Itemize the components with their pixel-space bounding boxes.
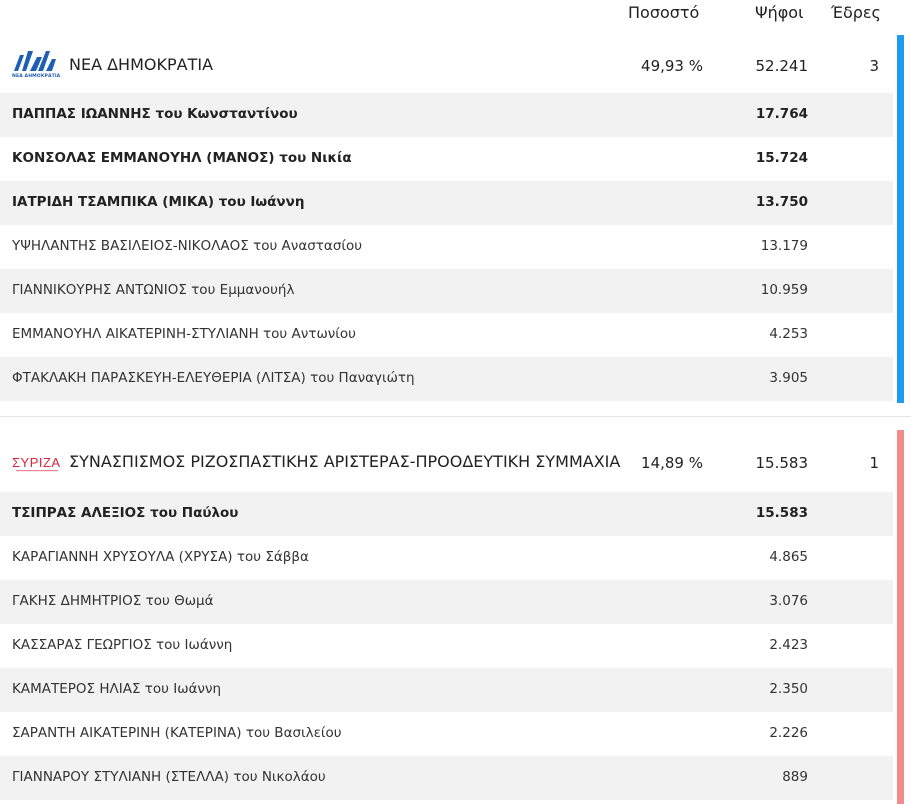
candidate-votes: 4.865 xyxy=(769,549,808,565)
candidate-row[interactable]: ΣΑΡΑΝΤΗ ΑΙΚΑΤΕΡΙΝΗ (ΚΑΤΕΡΙΝΑ) του Βασιλε… xyxy=(0,712,893,756)
candidate-votes: 3.905 xyxy=(769,370,808,386)
candidate-votes: 13.179 xyxy=(760,238,808,254)
nd-logo: ΝΕΑ ΔΗΜΟΚΡΑΤΙΑ xyxy=(12,47,61,85)
party-name: ΣΥΝΑΣΠΙΣΜΟΣ ΡΙΖΟΣΠΑΣΤΙΚΗΣ ΑΡΙΣΤΕΡΑΣ-ΠΡΟΟ… xyxy=(69,452,621,471)
candidate-name: ΚΟΝΣΟΛΑΣ ΕΜΜΑΝΟΥΗΛ (ΜΑΝΟΣ) του Νικία xyxy=(12,150,352,166)
candidate-votes: 13.750 xyxy=(755,194,808,210)
nd-logo-text: ΝΕΑ ΔΗΜΟΚΡΑΤΙΑ xyxy=(12,74,61,79)
party-votes: 52.241 xyxy=(755,57,809,75)
candidate-row[interactable]: ΤΣΙΠΡΑΣ ΑΛΕΞΙΟΣ του Παύλου 15.583 xyxy=(0,492,893,536)
candidate-row[interactable]: ΚΟΝΣΟΛΑΣ ΕΜΜΑΝΟΥΗΛ (ΜΑΝΟΣ) του Νικία 15.… xyxy=(0,137,893,181)
candidate-name: ΚΑΣΣΑΡΑΣ ΓΕΩΡΓΙΟΣ του Ιωάννη xyxy=(12,637,233,653)
header-votes: Ψήφοι xyxy=(755,3,804,22)
header-percentage: Ποσοστό xyxy=(628,3,700,22)
candidate-name: ΓΙΑΝΝΙΚΟΥΡΗΣ ΑΝΤΩΝΙΟΣ του Εμμανουήλ xyxy=(12,282,295,298)
candidate-votes: 2.350 xyxy=(769,681,808,697)
candidate-row[interactable]: ΥΨΗΛΑΝΤΗΣ ΒΑΣΙΛΕΙΟΣ-ΝΙΚΟΛΑΟΣ του Αναστασ… xyxy=(0,225,893,269)
candidate-votes: 10.959 xyxy=(760,282,808,298)
candidate-row[interactable]: ΓΑΚΗΣ ΔΗΜΗΤΡΙΟΣ του Θωμά 3.076 xyxy=(0,580,893,624)
candidate-name: ΚΑΜΑΤΕΡΟΣ ΗΛΙΑΣ του Ιωάννη xyxy=(12,681,222,697)
candidate-row[interactable]: ΠΑΠΠΑΣ ΙΩΑΝΝΗΣ του Κωνσταντίνου 17.764 xyxy=(0,93,893,137)
candidate-votes: 4.253 xyxy=(769,326,808,342)
candidate-name: ΚΑΡΑΓΙΑΝΝΗ ΧΡΥΣΟΥΛΑ (ΧΡΥΣΑ) του Σάββα xyxy=(12,549,309,565)
candidate-name: ΓΑΚΗΣ ΔΗΜΗΤΡΙΟΣ του Θωμά xyxy=(12,593,214,609)
party-percentage: 49,93 % xyxy=(641,57,703,75)
candidate-name: ΕΜΜΑΝΟΥΗΛ ΑΙΚΑΤΕΡΙΝΗ-ΣΤΥΛΙΑΝΗ του Αντωνί… xyxy=(12,326,356,342)
party-votes: 15.583 xyxy=(755,454,809,472)
party-name: ΝΕΑ ΔΗΜΟΚΡΑΤΙΑ xyxy=(69,55,214,74)
syriza-logo-text: ΣΥΡΙΖΑ xyxy=(12,455,61,470)
party-row[interactable]: ΝΕΑ ΔΗΜΟΚΡΑΤΙΑ ΝΕΑ ΔΗΜΟΚΡΑΤΙΑ 49,93 % 52… xyxy=(0,35,911,93)
party-percentage: 14,89 % xyxy=(641,454,703,472)
candidate-row[interactable]: ΕΜΜΑΝΟΥΗΛ ΑΙΚΑΤΕΡΙΝΗ-ΣΤΥΛΙΑΝΗ του Αντωνί… xyxy=(0,313,893,357)
party-seats: 1 xyxy=(869,454,879,472)
candidate-row[interactable]: ΚΑΡΑΓΙΑΝΝΗ ΧΡΥΣΟΥΛΑ (ΧΡΥΣΑ) του Σάββα 4.… xyxy=(0,536,893,580)
candidate-row[interactable]: ΚΑΜΑΤΕΡΟΣ ΗΛΙΑΣ του Ιωάννη 2.350 xyxy=(0,668,893,712)
candidate-votes: 889 xyxy=(782,769,808,785)
candidate-row[interactable]: ΓΙΑΝΝΙΚΟΥΡΗΣ ΑΝΤΩΝΙΟΣ του Εμμανουήλ 10.9… xyxy=(0,269,893,313)
candidate-votes: 15.583 xyxy=(755,505,808,521)
candidate-row[interactable]: ΦΤΑΚΛΑΚΗ ΠΑΡΑΣΚΕΥΗ-ΕΛΕΥΘΕΡΙΑ (ΛΙΤΣΑ) του… xyxy=(0,357,893,401)
party-seats: 3 xyxy=(869,57,879,75)
candidate-name: ΦΤΑΚΛΑΚΗ ΠΑΡΑΣΚΕΥΗ-ΕΛΕΥΘΕΡΙΑ (ΛΙΤΣΑ) του… xyxy=(12,370,415,386)
party-divider xyxy=(0,416,911,417)
header-seats: Έδρες xyxy=(831,3,881,22)
results-header: Ποσοστό Ψήφοι Έδρες xyxy=(0,0,911,28)
candidate-votes: 2.423 xyxy=(769,637,808,653)
candidate-row[interactable]: ΓΙΑΝΝΑΡΟΥ ΣΤΥΛΙΑΝΗ (ΣΤΕΛΛΑ) του Νικολάου… xyxy=(0,756,893,800)
candidate-votes: 3.076 xyxy=(769,593,808,609)
candidate-votes: 15.724 xyxy=(755,150,808,166)
party-row[interactable]: ΣΥΡΙΖΑ ΣΥΝΑΣΠΙΣΜΟΣ ΡΙΖΟΣΠΑΣΤΙΚΗΣ ΑΡΙΣΤΕΡ… xyxy=(0,430,911,492)
candidate-row[interactable]: ΚΑΣΣΑΡΑΣ ΓΕΩΡΓΙΟΣ του Ιωάννη 2.423 xyxy=(0,624,893,668)
candidate-votes: 2.226 xyxy=(769,725,808,741)
candidate-name: ΠΑΠΠΑΣ ΙΩΑΝΝΗΣ του Κωνσταντίνου xyxy=(12,106,298,122)
party-block-nd: ΝΕΑ ΔΗΜΟΚΡΑΤΙΑ ΝΕΑ ΔΗΜΟΚΡΑΤΙΑ 49,93 % 52… xyxy=(0,35,911,403)
candidate-row[interactable]: ΙΑΤΡΙΔΗ ΤΣΑΜΠΙΚΑ (ΜΙΚΑ) του Ιωάννη 13.75… xyxy=(0,181,893,225)
candidate-name: ΓΙΑΝΝΑΡΟΥ ΣΤΥΛΙΑΝΗ (ΣΤΕΛΛΑ) του Νικολάου xyxy=(12,769,326,785)
candidate-name: ΣΑΡΑΝΤΗ ΑΙΚΑΤΕΡΙΝΗ (ΚΑΤΕΡΙΝΑ) του Βασιλε… xyxy=(12,725,342,741)
candidate-name: ΙΑΤΡΙΔΗ ΤΣΑΜΠΙΚΑ (ΜΙΚΑ) του Ιωάννη xyxy=(12,194,305,210)
syriza-logo: ΣΥΡΙΖΑ xyxy=(12,452,61,472)
party-block-syriza: ΣΥΡΙΖΑ ΣΥΝΑΣΠΙΣΜΟΣ ΡΙΖΟΣΠΑΣΤΙΚΗΣ ΑΡΙΣΤΕΡ… xyxy=(0,430,911,804)
candidate-name: ΤΣΙΠΡΑΣ ΑΛΕΞΙΟΣ του Παύλου xyxy=(12,505,239,521)
candidate-name: ΥΨΗΛΑΝΤΗΣ ΒΑΣΙΛΕΙΟΣ-ΝΙΚΟΛΑΟΣ του Αναστασ… xyxy=(12,238,363,254)
candidate-votes: 17.764 xyxy=(755,106,808,122)
